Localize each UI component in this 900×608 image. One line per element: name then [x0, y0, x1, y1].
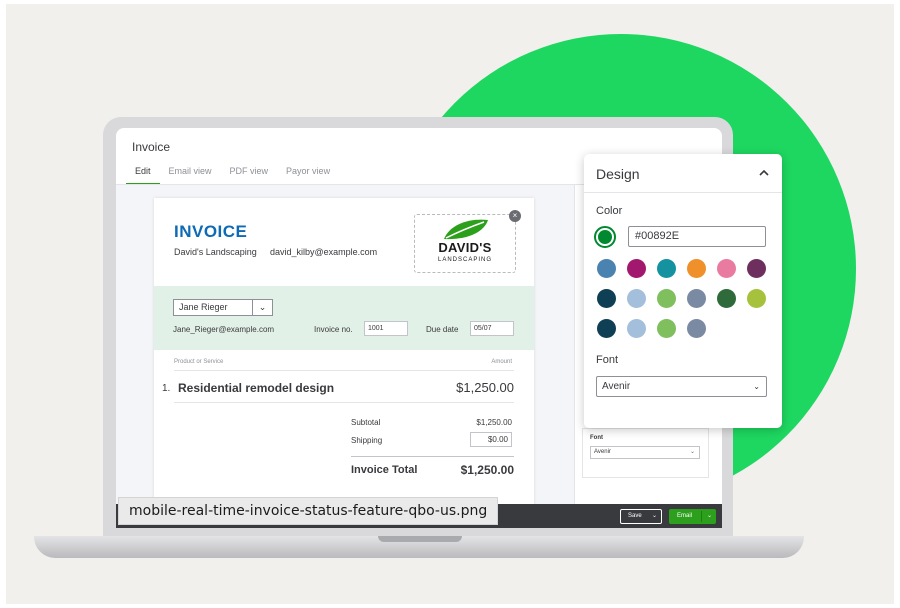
chevron-down-icon: ⌄ — [706, 513, 712, 519]
column-header-amount: Amount — [491, 359, 512, 365]
color-swatch[interactable] — [657, 319, 676, 338]
color-swatch[interactable] — [657, 289, 676, 308]
color-swatch[interactable] — [687, 259, 706, 278]
line-item-divider — [174, 402, 514, 403]
color-swatch[interactable] — [717, 259, 736, 278]
company-logo[interactable]: DAVID'S LANDSCAPING — [414, 214, 516, 273]
due-date-field[interactable]: 05/07 — [470, 321, 514, 336]
remove-logo-icon[interactable]: × — [509, 210, 521, 222]
color-swatch[interactable] — [627, 259, 646, 278]
subtotal-value: $1,250.00 — [476, 418, 512, 427]
side-font-select[interactable]: Avenir ⌄ — [590, 446, 700, 459]
tab-payor-view[interactable]: Payor view — [277, 162, 339, 185]
tab-email-view[interactable]: Email view — [160, 162, 221, 185]
tab-edit[interactable]: Edit — [126, 162, 160, 185]
due-date-label: Due date — [426, 325, 459, 334]
window-title: Invoice — [132, 140, 171, 154]
total-divider — [351, 456, 514, 457]
shipping-field[interactable]: $0.00 — [470, 432, 512, 447]
logo-wordmark: DAVID'S — [438, 240, 492, 255]
email-button-label: Email — [677, 513, 693, 519]
invoice-total-label: Invoice Total — [351, 464, 418, 476]
side-font-value: Avenir — [594, 449, 611, 455]
font-select-value: Avenir — [602, 381, 631, 392]
chevron-up-icon[interactable] — [758, 167, 770, 179]
save-button-label: Save — [628, 513, 642, 519]
column-header-product: Product or Service — [174, 359, 224, 365]
filename-caption: mobile-real-time-invoice-status-feature-… — [118, 497, 499, 525]
view-tabs: Edit Email view PDF view Payor view — [126, 162, 339, 185]
line-item-number: 1. — [162, 383, 171, 394]
line-item-amount[interactable]: $1,250.00 — [456, 380, 514, 395]
header-divider — [174, 370, 514, 371]
color-swatch[interactable] — [627, 319, 646, 338]
design-title: Design — [596, 166, 640, 182]
customer-email[interactable]: Jane_Rieger@example.com — [173, 325, 274, 334]
color-swatch[interactable] — [597, 259, 616, 278]
tab-pdf-view[interactable]: PDF view — [221, 162, 278, 185]
chevron-down-icon: ⌄ — [252, 300, 272, 315]
invoice-number-field[interactable]: 1001 — [364, 321, 408, 336]
selected-color-fill — [598, 230, 612, 244]
color-swatch[interactable] — [717, 289, 736, 308]
design-popover: Design Color #00892E Font Avenir ⌄ — [584, 154, 782, 428]
invoice-total-value: $1,250.00 — [460, 463, 514, 477]
email-button[interactable]: Email ⌄ — [669, 509, 716, 524]
invoice-heading: INVOICE — [174, 222, 248, 241]
color-swatch[interactable] — [747, 289, 766, 308]
selected-color-swatch[interactable] — [594, 226, 616, 248]
color-swatch[interactable] — [747, 259, 766, 278]
company-name[interactable]: David's Landscaping — [174, 247, 257, 257]
shipping-label: Shipping — [351, 436, 383, 445]
font-select[interactable]: Avenir ⌄ — [596, 376, 767, 397]
customer-name: Jane Rieger — [179, 302, 228, 312]
split-divider — [701, 511, 702, 522]
hex-color-input[interactable]: #00892E — [628, 226, 766, 247]
design-divider — [584, 192, 782, 193]
color-swatch[interactable] — [627, 289, 646, 308]
color-swatch[interactable] — [687, 289, 706, 308]
color-swatch[interactable] — [597, 319, 616, 338]
customer-select[interactable]: Jane Rieger ⌄ — [173, 299, 273, 316]
save-button[interactable]: Save ⌄ — [620, 509, 662, 524]
color-label: Color — [596, 205, 623, 217]
color-swatch[interactable] — [657, 259, 676, 278]
color-swatch[interactable] — [687, 319, 706, 338]
invoice-paper: INVOICE David's Landscaping david_kilby@… — [154, 198, 534, 528]
line-item-description[interactable]: Residential remodel design — [178, 381, 334, 395]
laptop-notch — [378, 536, 462, 542]
customer-band: Jane Rieger ⌄ Jane_Rieger@example.com In… — [154, 286, 534, 350]
subtotal-label: Subtotal — [351, 418, 381, 427]
invoice-number-label: Invoice no. — [314, 325, 353, 334]
chevron-down-icon: ⌄ — [753, 382, 760, 391]
leaf-icon — [444, 219, 488, 240]
color-swatch[interactable] — [597, 289, 616, 308]
side-font-label: Font — [590, 435, 603, 441]
chevron-down-icon: ⌄ — [689, 449, 695, 455]
logo-subtitle: LANDSCAPING — [437, 257, 492, 263]
marketing-stage: Invoice Edit Email view PDF view Payor v… — [6, 4, 894, 604]
company-email[interactable]: david_kilby@example.com — [270, 247, 377, 257]
font-label: Font — [596, 354, 619, 366]
chevron-down-icon: ⌄ — [651, 513, 657, 519]
